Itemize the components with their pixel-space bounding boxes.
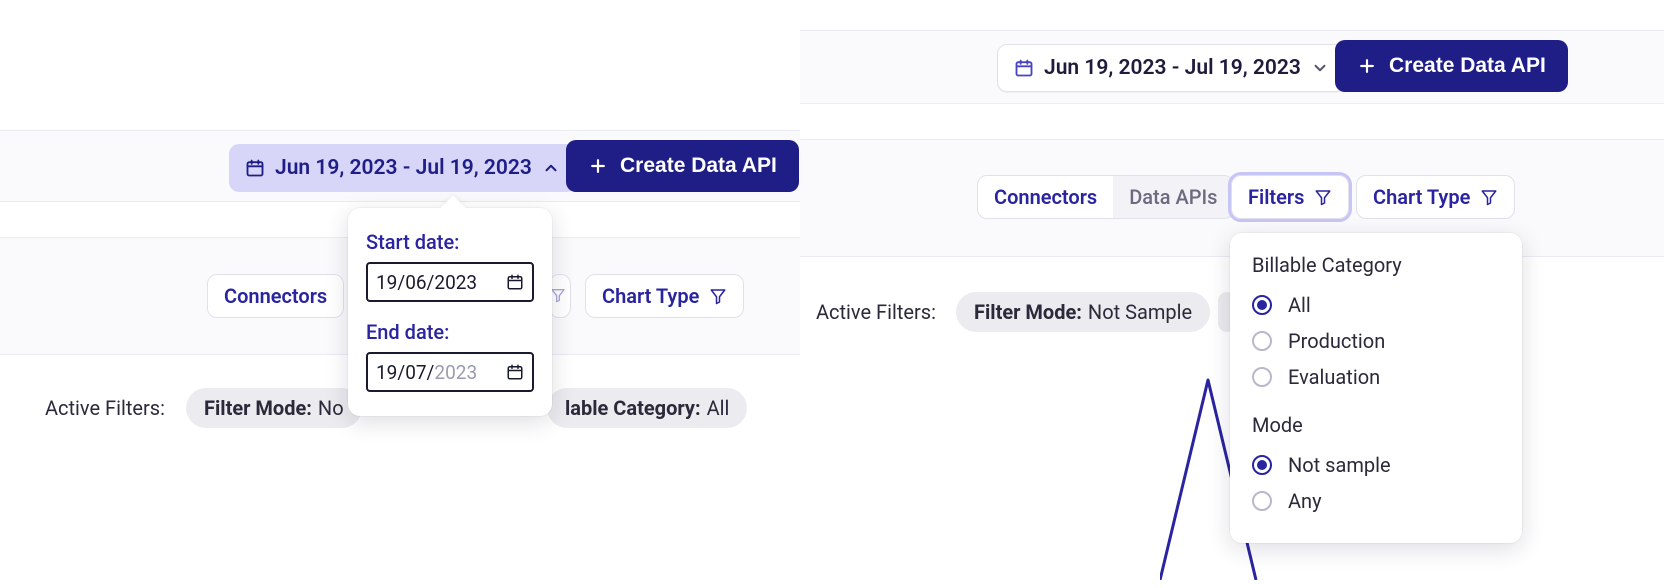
- chip-filter-mode: Filter Mode: No: [186, 388, 362, 428]
- view-segment-group: Connectors Data APIs: [977, 175, 1234, 219]
- radio-icon: [1252, 455, 1272, 475]
- radio-icon: [1252, 331, 1272, 351]
- chip-filter-mode: Filter Mode: Not Sample: [956, 292, 1210, 332]
- start-date-label: Start date:: [366, 230, 534, 254]
- filters-button-obscured[interactable]: [549, 274, 571, 318]
- plus-icon: [1357, 56, 1377, 76]
- option-mode-any[interactable]: Any: [1252, 483, 1500, 519]
- chart-type-button[interactable]: Chart Type: [585, 274, 744, 318]
- option-mode-not-sample[interactable]: Not sample: [1252, 447, 1500, 483]
- date-range-button[interactable]: Jun 19, 2023 - Jul 19, 2023: [229, 144, 576, 192]
- funnel-icon: [550, 287, 566, 305]
- radio-icon: [1252, 295, 1272, 315]
- calendar-icon: [1014, 58, 1034, 78]
- filters-popover: Billable Category All Production Evaluat…: [1230, 233, 1522, 543]
- calendar-icon: [506, 273, 524, 291]
- option-billable-all[interactable]: All: [1252, 287, 1500, 323]
- chevron-down-icon: [1311, 59, 1329, 77]
- chart-type-button[interactable]: Chart Type: [1356, 175, 1515, 219]
- chevron-up-icon: [542, 159, 560, 177]
- end-date-label: End date:: [366, 320, 534, 344]
- panel-date-open: Jun 19, 2023 - Jul 19, 2023 Create Data …: [0, 0, 800, 588]
- date-range-button[interactable]: Jun 19, 2023 - Jul 19, 2023: [997, 44, 1346, 92]
- option-billable-evaluation[interactable]: Evaluation: [1252, 359, 1500, 395]
- option-billable-production[interactable]: Production: [1252, 323, 1500, 359]
- start-date-input[interactable]: 19/06/2023: [366, 262, 534, 302]
- active-filters-label: Active Filters:: [816, 300, 936, 324]
- funnel-icon: [1314, 188, 1332, 206]
- radio-icon: [1252, 367, 1272, 387]
- panel-filters-open: Jun 19, 2023 - Jul 19, 2023 Create Data …: [800, 0, 1664, 588]
- calendar-icon: [506, 363, 524, 381]
- calendar-icon: [245, 158, 265, 178]
- radio-icon: [1252, 491, 1272, 511]
- filters-button[interactable]: Filters: [1231, 175, 1349, 219]
- chip-billable-category: lable Category: All: [547, 388, 747, 428]
- filters-label: Filters: [1248, 185, 1304, 209]
- segment-connectors[interactable]: Connectors: [978, 176, 1113, 218]
- segment-data-apis[interactable]: Data APIs: [1113, 176, 1233, 218]
- active-filters-label: Active Filters:: [45, 396, 165, 420]
- date-range-popover: Start date: 19/06/2023 End date: 19/07/2…: [348, 208, 552, 416]
- end-date-input[interactable]: 19/07/2023: [366, 352, 534, 392]
- create-button-label: Create Data API: [1389, 54, 1546, 78]
- segment-connectors[interactable]: Connectors: [208, 275, 343, 317]
- mode-title: Mode: [1252, 413, 1500, 437]
- plus-icon: [588, 156, 608, 176]
- billable-category-title: Billable Category: [1252, 253, 1500, 277]
- chart-type-label: Chart Type: [1373, 185, 1470, 209]
- view-segment-group: Connectors: [207, 274, 344, 318]
- create-data-api-button[interactable]: Create Data API: [566, 140, 799, 192]
- chart-type-label: Chart Type: [602, 284, 699, 308]
- create-button-label: Create Data API: [620, 154, 777, 178]
- funnel-icon: [1480, 188, 1498, 206]
- date-range-text: Jun 19, 2023 - Jul 19, 2023: [275, 156, 532, 180]
- date-range-text: Jun 19, 2023 - Jul 19, 2023: [1044, 56, 1301, 80]
- funnel-icon: [709, 287, 727, 305]
- create-data-api-button[interactable]: Create Data API: [1335, 40, 1568, 92]
